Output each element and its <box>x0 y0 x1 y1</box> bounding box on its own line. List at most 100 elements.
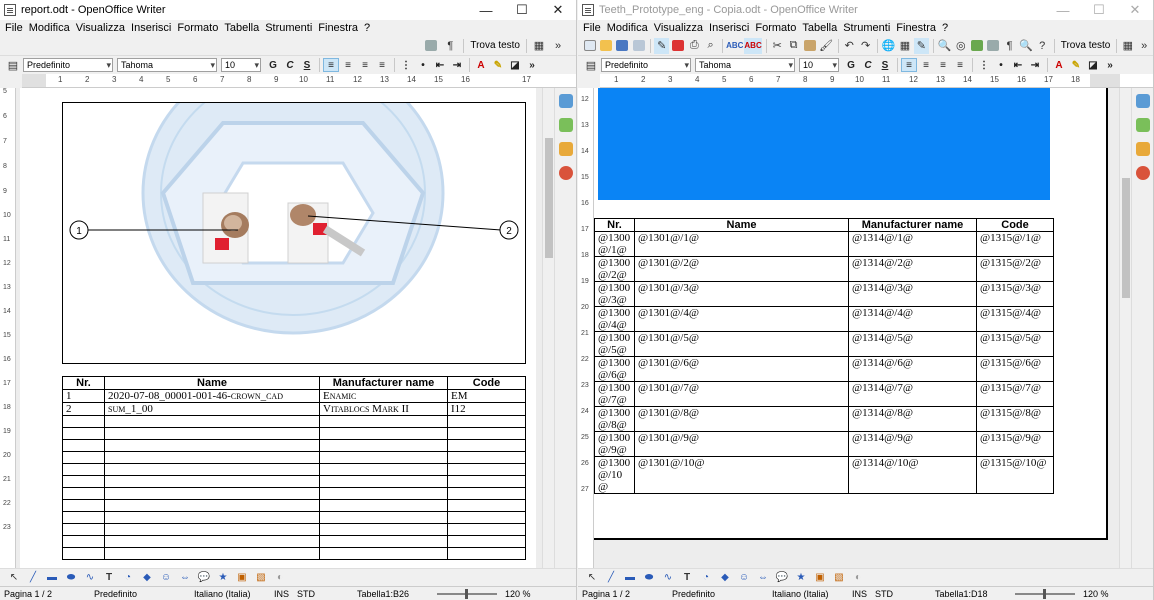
cell-manufacturer[interactable]: @1314@/10@ <box>848 456 977 494</box>
cell-name[interactable]: sum_1_00 <box>104 402 320 416</box>
cell-name[interactable]: @1301@/3@ <box>634 281 849 307</box>
cell-code[interactable]: EM <box>447 389 526 403</box>
cell-nr[interactable]: 2 <box>62 402 105 416</box>
right-document-page[interactable]: Nr. Name Manufacturer name Code @1300 @/… <box>594 88 1108 540</box>
cell-manufacturer[interactable]: @1314@/8@ <box>848 406 977 432</box>
table-icon[interactable]: ▦ <box>530 38 548 54</box>
cell-code[interactable]: I12 <box>447 402 526 416</box>
highlight-icon[interactable]: ✎ <box>1068 58 1084 72</box>
zoom-icon[interactable]: 🔍 <box>1018 38 1033 54</box>
toolbar-overflow-icon[interactable]: » <box>1137 38 1152 54</box>
blue-image-block[interactable] <box>598 88 1050 200</box>
block-arrows-icon[interactable]: ⇔ <box>755 571 771 585</box>
stars-icon[interactable]: ★ <box>793 571 809 585</box>
left-document-page[interactable]: 1 2 Nr. Name Manufacturer name Code 1 20… <box>20 88 536 568</box>
menu-help[interactable]: ? <box>939 22 951 34</box>
align-center-icon[interactable]: ≡ <box>340 58 356 72</box>
align-center-icon[interactable]: ≡ <box>918 58 934 72</box>
cell-manufacturer[interactable]: Vitablocs Mark II <box>319 402 448 416</box>
right-horizontal-ruler[interactable]: 1 2 3 4 5 6 7 8 9 10 11 12 13 14 15 16 1… <box>600 74 1153 88</box>
status-insert-mode[interactable]: INS <box>848 589 871 599</box>
left-vertical-ruler[interactable]: 5 6 7 8 9 10 11 12 13 14 15 16 17 18 19 … <box>0 88 16 568</box>
insert-table-icon[interactable]: ▦ <box>897 38 912 54</box>
cell-name[interactable]: @1301@/2@ <box>634 256 849 282</box>
table-row-empty[interactable] <box>62 427 526 440</box>
menu-visualizza[interactable]: Visualizza <box>651 22 706 34</box>
cell-name[interactable]: @1301@/9@ <box>634 431 849 457</box>
find-text-field[interactable]: Trova testo <box>1058 40 1114 51</box>
redo-icon[interactable]: ↷ <box>858 38 873 54</box>
right-vertical-ruler[interactable]: 12 13 14 15 16 17 18 19 20 21 22 23 24 2… <box>578 88 594 568</box>
rectangle-icon[interactable]: ▬ <box>44 571 60 585</box>
line-icon[interactable]: ╱ <box>603 571 619 585</box>
cell-code[interactable]: @1315@/7@ <box>976 381 1054 407</box>
maximize-icon[interactable]: ☐ <box>1081 0 1117 20</box>
cell-manufacturer[interactable]: @1314@/6@ <box>848 356 977 382</box>
increase-indent-icon[interactable]: ⇥ <box>1027 58 1043 72</box>
cell-code[interactable]: @1315@/8@ <box>976 406 1054 432</box>
callout-icon[interactable]: ◔ <box>120 571 136 585</box>
find-text-field[interactable]: Trova testo <box>467 40 523 51</box>
cell-name[interactable]: @1301@/6@ <box>634 356 849 382</box>
paragraph-style-combo[interactable]: Predefinito <box>23 58 113 72</box>
text-icon[interactable]: T <box>679 571 695 585</box>
save-icon[interactable] <box>615 38 630 54</box>
status-insert-mode[interactable]: INS <box>270 589 293 599</box>
select-arrow-icon[interactable]: ↖ <box>584 571 600 585</box>
table-row-empty[interactable] <box>62 499 526 512</box>
callout-icon[interactable]: ◔ <box>698 571 714 585</box>
table-row-empty[interactable] <box>62 535 526 548</box>
navigator-icon[interactable] <box>1135 166 1150 180</box>
menu-tabella[interactable]: Tabella <box>221 22 262 34</box>
cell-manufacturer[interactable]: @1314@/1@ <box>848 231 977 257</box>
gallery-icon[interactable] <box>1135 142 1150 156</box>
background-color-icon[interactable]: ◪ <box>1085 58 1101 72</box>
table-row-empty[interactable] <box>62 463 526 476</box>
fontwork-icon[interactable]: ▣ <box>812 571 828 585</box>
print-icon[interactable]: ⎙ <box>687 38 702 54</box>
minimize-icon[interactable]: — <box>468 0 504 20</box>
cell-nr[interactable]: 1 <box>62 389 105 403</box>
navigator-icon[interactable] <box>558 166 573 180</box>
find-replace-icon[interactable]: 🔍 <box>937 38 952 54</box>
table-row-empty[interactable] <box>62 439 526 452</box>
show-draw-functions-icon[interactable]: ✎ <box>913 37 929 54</box>
menu-strumenti[interactable]: Strumenti <box>840 22 893 34</box>
properties-icon[interactable] <box>1135 94 1150 108</box>
numbering-icon[interactable]: ⋮ <box>398 58 414 72</box>
menu-formato[interactable]: Formato <box>174 22 221 34</box>
cell-code[interactable]: @1315@/9@ <box>976 431 1054 457</box>
autospellcheck-icon[interactable]: ABC <box>744 37 762 54</box>
menu-inserisci[interactable]: Inserisci <box>128 22 174 34</box>
copy-icon[interactable]: ⧉ <box>786 38 801 54</box>
status-language[interactable]: Italiano (Italia) <box>190 589 270 599</box>
cell-manufacturer[interactable]: @1314@/3@ <box>848 281 977 307</box>
toolbar-overflow-icon[interactable]: » <box>524 58 540 72</box>
background-color-icon[interactable]: ◪ <box>507 58 523 72</box>
cell-manufacturer[interactable]: @1314@/5@ <box>848 331 977 357</box>
cell-nr[interactable]: @1300 @/8@ <box>594 406 635 432</box>
cell-code[interactable]: @1315@/3@ <box>976 281 1054 307</box>
font-name-combo[interactable]: Tahoma <box>117 58 217 72</box>
cell-code[interactable]: @1315@/5@ <box>976 331 1054 357</box>
align-left-icon[interactable]: ≡ <box>901 58 917 72</box>
table-row-empty[interactable] <box>62 523 526 536</box>
pilcrow-icon[interactable]: ¶ <box>441 38 459 54</box>
underline-button[interactable]: S <box>299 58 315 72</box>
toolbar-overflow-icon[interactable]: » <box>549 38 567 54</box>
font-color-icon[interactable]: A <box>473 58 489 72</box>
toolbar-overflow-icon[interactable]: » <box>1102 58 1118 72</box>
menu-strumenti[interactable]: Strumenti <box>262 22 315 34</box>
bold-button[interactable]: G <box>843 58 859 72</box>
font-name-combo[interactable]: Tahoma <box>695 58 795 72</box>
table-row-empty[interactable] <box>62 415 526 428</box>
cell-manufacturer[interactable]: Enamic <box>319 389 448 403</box>
increase-indent-icon[interactable]: ⇥ <box>449 58 465 72</box>
text-icon[interactable]: T <box>101 571 117 585</box>
cell-code[interactable]: @1315@/1@ <box>976 231 1054 257</box>
symbol-shapes-icon[interactable]: ☺ <box>158 571 174 585</box>
page-preview-icon[interactable]: ⌕ <box>703 38 718 54</box>
extrusion-icon[interactable]: ◐ <box>272 571 288 585</box>
minimize-icon[interactable]: — <box>1045 0 1081 20</box>
dental-scan-image-frame[interactable]: 1 2 <box>62 88 526 364</box>
